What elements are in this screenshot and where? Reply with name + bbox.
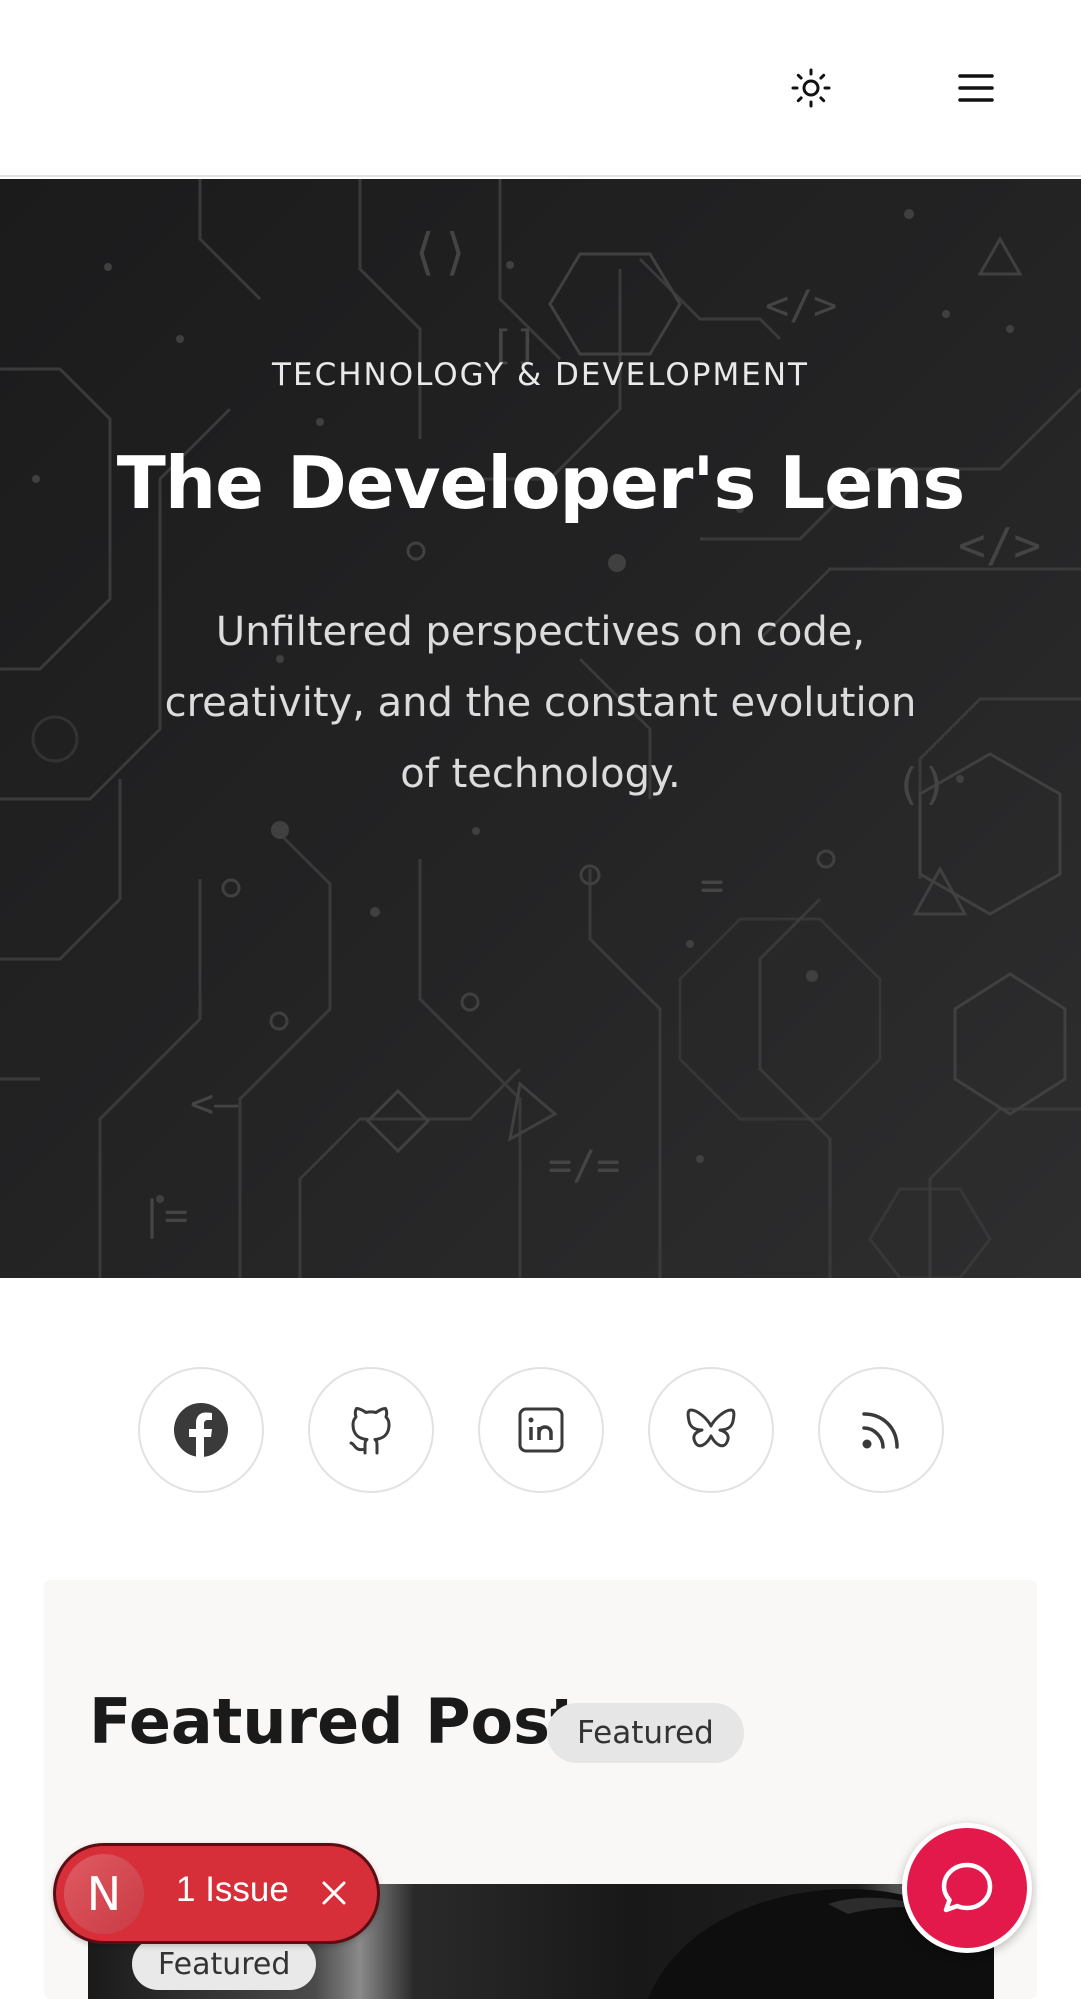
issue-count: 1 Issue (176, 1870, 289, 1909)
github-link[interactable] (308, 1367, 434, 1493)
rss-link[interactable] (818, 1367, 944, 1493)
hero-title: The Developer's Lens (116, 441, 965, 525)
theme-toggle-button[interactable] (779, 56, 843, 120)
close-icon[interactable] (314, 1873, 354, 1913)
featured-post-heading: Featured Post (89, 1685, 580, 1758)
social-links (0, 1367, 1081, 1493)
chat-button[interactable] (902, 1823, 1032, 1953)
svg-text:</>: </> (765, 283, 837, 329)
featured-tag: Featured (547, 1703, 744, 1763)
butterfly-icon (686, 1408, 736, 1448)
svg-text:⟨⟩: ⟨⟩ (410, 223, 470, 281)
hero-subtitle: Unfiltered perspectives on code, creativ… (164, 609, 917, 797)
svg-text:|=: |= (140, 1193, 188, 1239)
n-logo-icon: N (64, 1854, 144, 1934)
hero-banner: </> </> ⟨⟩ [] () <– =/= = |= TECHNOLOGY … (0, 179, 1081, 1278)
hamburger-menu-icon (958, 74, 994, 102)
svg-text:</>: </> (958, 518, 1041, 572)
chat-bubble-icon (941, 1862, 993, 1913)
site-header (0, 0, 1081, 177)
github-icon (349, 1406, 391, 1455)
sun-icon (791, 68, 831, 108)
image-featured-tag: Featured (132, 1938, 317, 1990)
menu-button[interactable] (944, 56, 1008, 120)
svg-text:=: = (700, 863, 724, 909)
bluesky-link[interactable] (648, 1367, 774, 1493)
svg-text:=/=: =/= (548, 1143, 620, 1189)
linkedin-icon (518, 1407, 564, 1453)
linkedin-link[interactable] (478, 1367, 604, 1493)
facebook-link[interactable] (138, 1367, 264, 1493)
issue-indicator-badge[interactable]: N 1 Issue (53, 1843, 380, 1944)
rss-icon (862, 1412, 899, 1449)
svg-text:<–: <– (190, 1081, 239, 1127)
hero-eyebrow: TECHNOLOGY & DEVELOPMENT (272, 357, 809, 393)
facebook-icon (174, 1403, 228, 1458)
